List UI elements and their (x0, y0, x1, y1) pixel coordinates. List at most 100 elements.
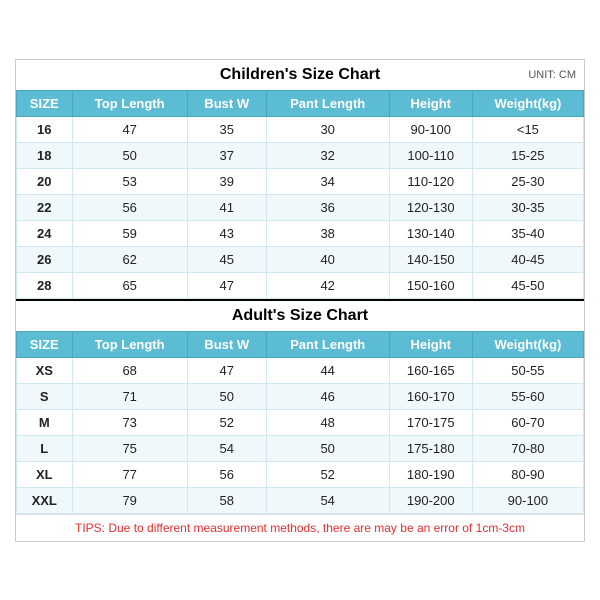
table-cell: 75 (72, 435, 187, 461)
table-cell: 79 (72, 487, 187, 513)
table-cell: 46 (266, 383, 389, 409)
table-cell: XS (17, 357, 73, 383)
table-cell: 55-60 (472, 383, 583, 409)
table-cell: 58 (187, 487, 266, 513)
table-row: 22564136120-13030-35 (17, 194, 584, 220)
table-row: 24594338130-14035-40 (17, 220, 584, 246)
table-cell: 120-130 (389, 194, 472, 220)
table-cell: S (17, 383, 73, 409)
table-cell: 38 (266, 220, 389, 246)
table-row: 18503732100-11015-25 (17, 142, 584, 168)
table-cell: 70-80 (472, 435, 583, 461)
col-weight: Weight(kg) (472, 90, 583, 116)
table-cell: 45-50 (472, 272, 583, 298)
table-cell: 160-165 (389, 357, 472, 383)
table-cell: <15 (472, 116, 583, 142)
table-cell: 65 (72, 272, 187, 298)
table-cell: 47 (187, 272, 266, 298)
table-cell: 30-35 (472, 194, 583, 220)
table-cell: 24 (17, 220, 73, 246)
table-cell: 180-190 (389, 461, 472, 487)
col-pant-length-adult: Pant Length (266, 331, 389, 357)
table-cell: 62 (72, 246, 187, 272)
table-cell: 41 (187, 194, 266, 220)
table-cell: 50 (72, 142, 187, 168)
col-height: Height (389, 90, 472, 116)
table-cell: 50 (187, 383, 266, 409)
table-cell: 35 (187, 116, 266, 142)
table-cell: 44 (266, 357, 389, 383)
table-cell: 54 (187, 435, 266, 461)
children-header-row: SIZE Top Length Bust W Pant Length Heigh… (17, 90, 584, 116)
table-cell: 130-140 (389, 220, 472, 246)
table-cell: 32 (266, 142, 389, 168)
table-cell: 37 (187, 142, 266, 168)
table-cell: 175-180 (389, 435, 472, 461)
table-cell: 110-120 (389, 168, 472, 194)
table-cell: 140-150 (389, 246, 472, 272)
table-row: 1647353090-100<15 (17, 116, 584, 142)
col-bust-w-adult: Bust W (187, 331, 266, 357)
adult-title-row: Adult's Size Chart (16, 299, 584, 331)
tips-text: TIPS: Due to different measurement metho… (75, 521, 525, 535)
table-row: 28654742150-16045-50 (17, 272, 584, 298)
table-row: XXL795854190-20090-100 (17, 487, 584, 513)
col-top-length: Top Length (72, 90, 187, 116)
table-row: L755450175-18070-80 (17, 435, 584, 461)
table-cell: 28 (17, 272, 73, 298)
table-cell: 26 (17, 246, 73, 272)
table-cell: 36 (266, 194, 389, 220)
unit-label: UNIT: CM (528, 69, 576, 81)
table-row: XS684744160-16550-55 (17, 357, 584, 383)
table-row: 20533934110-12025-30 (17, 168, 584, 194)
table-cell: 100-110 (389, 142, 472, 168)
col-pant-length: Pant Length (266, 90, 389, 116)
table-cell: 40 (266, 246, 389, 272)
table-cell: 35-40 (472, 220, 583, 246)
table-cell: 90-100 (472, 487, 583, 513)
table-cell: 190-200 (389, 487, 472, 513)
table-cell: 16 (17, 116, 73, 142)
col-weight-adult: Weight(kg) (472, 331, 583, 357)
table-cell: M (17, 409, 73, 435)
table-cell: 54 (266, 487, 389, 513)
table-cell: 52 (187, 409, 266, 435)
table-cell: 50-55 (472, 357, 583, 383)
table-row: 26624540140-15040-45 (17, 246, 584, 272)
table-cell: 90-100 (389, 116, 472, 142)
table-cell: 15-25 (472, 142, 583, 168)
table-cell: 56 (72, 194, 187, 220)
table-cell: 59 (72, 220, 187, 246)
col-size: SIZE (17, 90, 73, 116)
table-cell: 48 (266, 409, 389, 435)
table-cell: 47 (187, 357, 266, 383)
table-cell: 30 (266, 116, 389, 142)
children-chart-title: Children's Size Chart (220, 66, 380, 83)
table-cell: 73 (72, 409, 187, 435)
table-cell: 170-175 (389, 409, 472, 435)
table-cell: 34 (266, 168, 389, 194)
col-bust-w: Bust W (187, 90, 266, 116)
children-table: SIZE Top Length Bust W Pant Length Heigh… (16, 90, 584, 299)
table-cell: 77 (72, 461, 187, 487)
col-top-length-adult: Top Length (72, 331, 187, 357)
tips-row: TIPS: Due to different measurement metho… (16, 514, 584, 541)
table-cell: 71 (72, 383, 187, 409)
table-cell: 22 (17, 194, 73, 220)
table-cell: 150-160 (389, 272, 472, 298)
table-cell: 47 (72, 116, 187, 142)
table-cell: 50 (266, 435, 389, 461)
table-cell: 68 (72, 357, 187, 383)
table-cell: 53 (72, 168, 187, 194)
col-size-adult: SIZE (17, 331, 73, 357)
table-cell: XXL (17, 487, 73, 513)
table-cell: 60-70 (472, 409, 583, 435)
table-cell: 45 (187, 246, 266, 272)
size-chart: Children's Size Chart UNIT: CM SIZE Top … (15, 59, 585, 542)
adult-header-row: SIZE Top Length Bust W Pant Length Heigh… (17, 331, 584, 357)
table-cell: 40-45 (472, 246, 583, 272)
table-cell: L (17, 435, 73, 461)
table-row: XL775652180-19080-90 (17, 461, 584, 487)
children-title-row: Children's Size Chart UNIT: CM (16, 60, 584, 90)
table-cell: 160-170 (389, 383, 472, 409)
